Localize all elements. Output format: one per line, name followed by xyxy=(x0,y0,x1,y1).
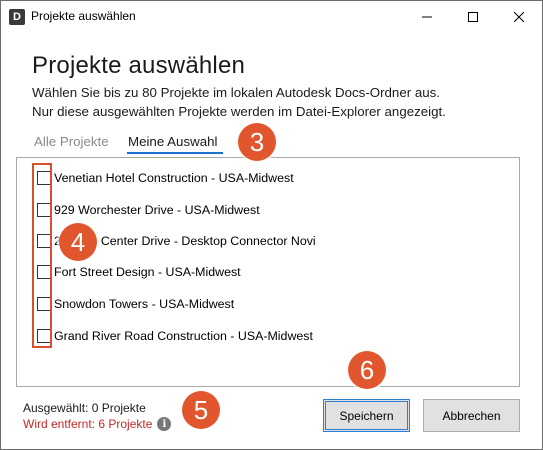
close-icon xyxy=(514,11,524,22)
maximize-icon xyxy=(468,11,478,22)
callout-marker-6: 6 xyxy=(348,351,386,389)
close-button[interactable] xyxy=(496,1,542,32)
desktop-connector-app-icon: D xyxy=(9,9,25,25)
list-item[interactable]: Venetian Hotel Construction - USA-Midwes… xyxy=(37,170,294,186)
project-label: 929 Worchester Drive - USA-Midwest xyxy=(54,203,260,217)
cancel-button[interactable]: Abbrechen xyxy=(423,399,520,432)
active-tab-indicator xyxy=(127,152,223,154)
description-line-2: Nur diese ausgewählten Projekte werden i… xyxy=(32,104,446,119)
list-item[interactable]: Snowdon Towers - USA-Midwest xyxy=(37,296,234,312)
project-label: Venetian Hotel Construction - USA-Midwes… xyxy=(54,171,294,185)
callout-marker-3: 3 xyxy=(238,123,276,161)
list-item[interactable]: Grand River Road Construction - USA-Midw… xyxy=(37,328,313,344)
title-bar: D Projekte auswählen xyxy=(1,1,542,32)
window-title: Projekte auswählen xyxy=(31,9,136,23)
callout-marker-5: 5 xyxy=(182,391,220,429)
tab-all-projects[interactable]: Alle Projekte xyxy=(34,134,109,149)
info-icon[interactable]: i xyxy=(157,417,172,431)
minimize-button[interactable] xyxy=(404,1,450,32)
maximize-button[interactable] xyxy=(450,1,496,32)
project-label: Snowdon Towers - USA-Midwest xyxy=(54,297,235,311)
save-button[interactable]: Speichern xyxy=(323,399,410,432)
project-label: Grand River Road Construction - USA-Midw… xyxy=(54,329,313,343)
project-list[interactable]: Venetian Hotel Construction - USA-Midwes… xyxy=(16,157,520,387)
checkbox-highlight-box xyxy=(32,163,52,348)
callout-marker-4: 4 xyxy=(59,223,97,261)
selected-count: Ausgewählt: 0 Projekte xyxy=(23,401,146,415)
project-label: Fort Street Design - USA-Midwest xyxy=(54,265,241,279)
tab-my-selection[interactable]: Meine Auswahl xyxy=(128,134,217,149)
removed-count: Wird entfernt: 6 Projekte xyxy=(23,417,153,431)
removed-status: Wird entfernt: 6 Projekte i xyxy=(23,417,172,431)
minimize-icon xyxy=(422,16,432,17)
list-item[interactable]: Fort Street Design - USA-Midwest xyxy=(37,264,241,280)
dialog-heading: Projekte auswählen xyxy=(32,52,246,79)
list-item[interactable]: 929 Worchester Drive - USA-Midwest xyxy=(37,202,260,218)
dialog-window: D Projekte auswählen Projekte auswählen … xyxy=(0,0,543,450)
description-line-1: Wählen Sie bis zu 80 Projekte im lokalen… xyxy=(32,85,440,100)
